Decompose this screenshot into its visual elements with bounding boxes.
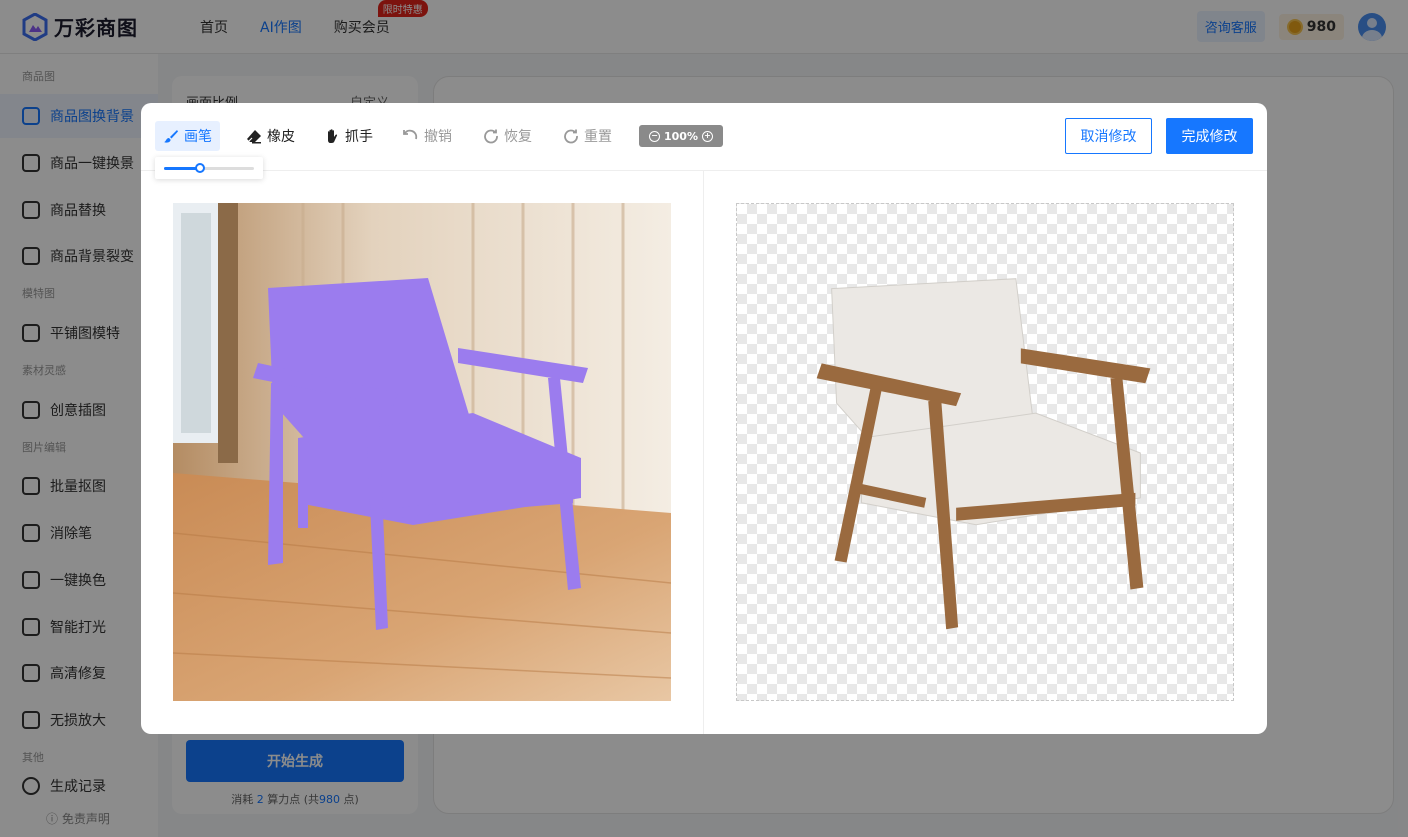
undo-icon: [403, 129, 418, 140]
brush-icon: [164, 130, 178, 143]
brush-size-handle[interactable]: [195, 163, 205, 173]
mask-editor-modal: 画笔 橡皮 抓手 撤销 恢复 重置 − 100% + 取消修改 完成修改: [141, 103, 1267, 734]
redo-icon: [484, 129, 498, 144]
hand-tool[interactable]: 抓手: [316, 121, 381, 151]
zoom-in-icon[interactable]: +: [701, 130, 713, 142]
zoom-out-icon[interactable]: −: [649, 130, 660, 142]
zoom-value: 100%: [664, 129, 698, 143]
zoom-control: − 100% +: [639, 125, 723, 147]
cancel-edit-button[interactable]: 取消修改: [1065, 118, 1152, 154]
brush-tool-label: 画笔: [184, 129, 212, 145]
eraser-icon: [247, 130, 261, 144]
eraser-tool[interactable]: 橡皮: [238, 121, 303, 151]
brush-size-popover: [155, 157, 263, 179]
brush-tool[interactable]: 画笔: [155, 121, 220, 151]
eraser-tool-label: 橡皮: [267, 129, 295, 145]
panel-divider: [703, 171, 704, 734]
reset-icon: [564, 129, 578, 144]
hand-tool-label: 抓手: [345, 129, 373, 145]
brush-size-slider[interactable]: [164, 163, 254, 173]
undo-button[interactable]: 撤销: [395, 121, 460, 151]
cutout-preview: [736, 203, 1234, 701]
redo-button[interactable]: 恢复: [475, 121, 540, 151]
reset-button[interactable]: 重置: [555, 121, 620, 151]
undo-label: 撤销: [424, 129, 452, 145]
hand-icon: [328, 129, 338, 143]
redo-label: 恢复: [504, 129, 532, 145]
cutout-chair-image: [816, 278, 1151, 630]
finish-edit-button[interactable]: 完成修改: [1166, 118, 1253, 154]
masked-chair-image: [173, 203, 671, 701]
reset-label: 重置: [584, 129, 612, 145]
editor-toolbar: 画笔 橡皮 抓手 撤销 恢复 重置 − 100% + 取消修改 完成修改: [141, 103, 1267, 171]
mask-canvas[interactable]: [173, 203, 671, 701]
